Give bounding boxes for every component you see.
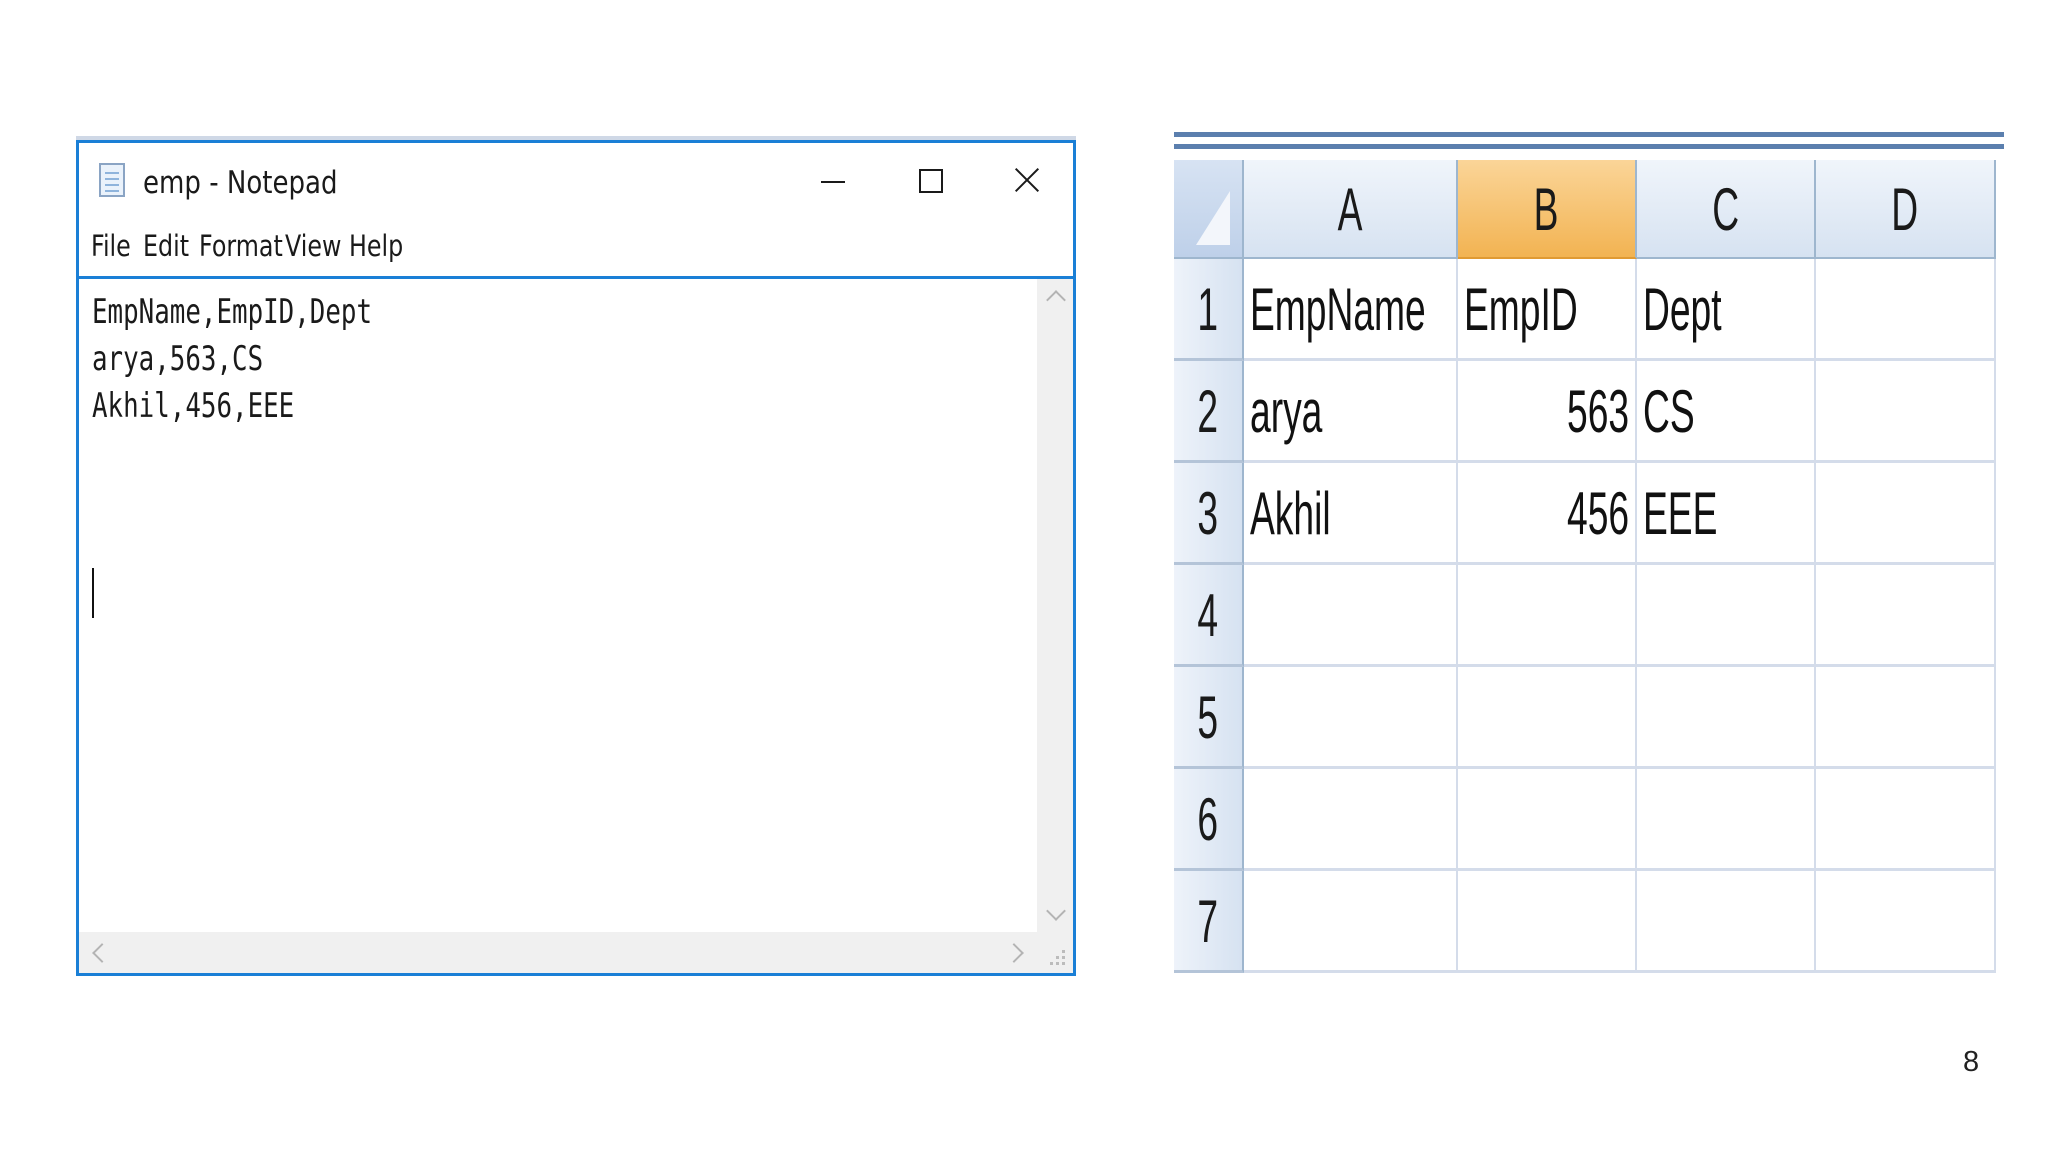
cell-b3[interactable]: 456 <box>1458 463 1637 565</box>
row-header-1[interactable]: 1 <box>1174 259 1244 361</box>
cell-b5[interactable] <box>1458 667 1637 769</box>
cell-a1[interactable]: EmpName <box>1244 259 1458 361</box>
cell-b1[interactable]: EmpID <box>1458 259 1637 361</box>
column-header-b[interactable]: B <box>1458 160 1637 259</box>
scroll-left-icon[interactable] <box>92 943 112 963</box>
title-bar[interactable]: emp - Notepad <box>79 143 1073 219</box>
close-button[interactable] <box>997 153 1057 207</box>
cell-d5[interactable] <box>1816 667 1996 769</box>
cell-a2[interactable]: arya <box>1244 361 1458 463</box>
menu-file[interactable]: File <box>91 229 131 263</box>
page-number: 8 <box>1963 1046 1980 1078</box>
text-line: arya,563,CS <box>92 339 264 379</box>
menu-edit[interactable]: Edit <box>143 229 189 263</box>
cell-a3[interactable]: Akhil <box>1244 463 1458 565</box>
scroll-up-icon[interactable] <box>1046 290 1066 310</box>
sheet-top-border <box>1174 144 2004 149</box>
column-header-a[interactable]: A <box>1244 160 1458 259</box>
scroll-down-icon[interactable] <box>1046 901 1066 921</box>
menu-help[interactable]: Help <box>349 229 403 263</box>
cell-d1[interactable] <box>1816 259 1996 361</box>
cell-b4[interactable] <box>1458 565 1637 667</box>
sheet-top-border <box>1174 132 2004 137</box>
cell-a5[interactable] <box>1244 667 1458 769</box>
menu-format[interactable]: Format <box>199 229 283 263</box>
column-header-c[interactable]: C <box>1637 160 1816 259</box>
cell-a6[interactable] <box>1244 769 1458 871</box>
cell-d2[interactable] <box>1816 361 1996 463</box>
cell-c3[interactable]: EEE <box>1637 463 1816 565</box>
text-line: EmpName,EmpID,Dept <box>92 292 373 332</box>
cell-b6[interactable] <box>1458 769 1637 871</box>
row-header-5[interactable]: 5 <box>1174 667 1244 769</box>
cell-d3[interactable] <box>1816 463 1996 565</box>
cell-c7[interactable] <box>1637 871 1816 973</box>
editor-content[interactable]: EmpName,EmpID,Dept arya,563,CS Akhil,456… <box>92 289 372 430</box>
cell-c1[interactable]: Dept <box>1637 259 1816 361</box>
window-title: emp - Notepad <box>143 165 338 201</box>
notepad-icon <box>99 163 125 197</box>
select-all-corner[interactable] <box>1174 160 1244 259</box>
vertical-scrollbar[interactable] <box>1037 279 1073 932</box>
row-header-4[interactable]: 4 <box>1174 565 1244 667</box>
cell-c2[interactable]: CS <box>1637 361 1816 463</box>
cell-a4[interactable] <box>1244 565 1458 667</box>
menu-view[interactable]: View <box>285 229 341 263</box>
cell-d6[interactable] <box>1816 769 1996 871</box>
cell-c4[interactable] <box>1637 565 1816 667</box>
cell-c6[interactable] <box>1637 769 1816 871</box>
window-top-edge <box>76 136 1076 140</box>
horizontal-scrollbar[interactable] <box>79 932 1037 973</box>
cell-d4[interactable] <box>1816 565 1996 667</box>
row-header-7[interactable]: 7 <box>1174 871 1244 973</box>
text-line: Akhil,456,EEE <box>92 386 295 426</box>
scroll-right-icon[interactable] <box>1004 943 1024 963</box>
cell-d7[interactable] <box>1816 871 1996 973</box>
cell-b2[interactable]: 563 <box>1458 361 1637 463</box>
cell-c5[interactable] <box>1637 667 1816 769</box>
text-caret <box>92 568 94 618</box>
row-header-2[interactable]: 2 <box>1174 361 1244 463</box>
resize-grip-icon[interactable] <box>1037 932 1073 973</box>
column-header-d[interactable]: D <box>1816 160 1996 259</box>
notepad-window: emp - Notepad File Edit Format View Help… <box>76 136 1076 976</box>
menu-bar: File Edit Format View Help <box>79 219 1073 276</box>
cell-b7[interactable] <box>1458 871 1637 973</box>
cell-a7[interactable] <box>1244 871 1458 973</box>
spreadsheet-grid: A B C D 1 2 3 4 5 6 7 EmpName EmpID Dept… <box>1174 132 2004 982</box>
row-header-6[interactable]: 6 <box>1174 769 1244 871</box>
maximize-button[interactable] <box>899 153 959 207</box>
text-editor[interactable]: EmpName,EmpID,Dept arya,563,CS Akhil,456… <box>79 276 1073 973</box>
minimize-button[interactable] <box>803 153 863 207</box>
row-header-3[interactable]: 3 <box>1174 463 1244 565</box>
